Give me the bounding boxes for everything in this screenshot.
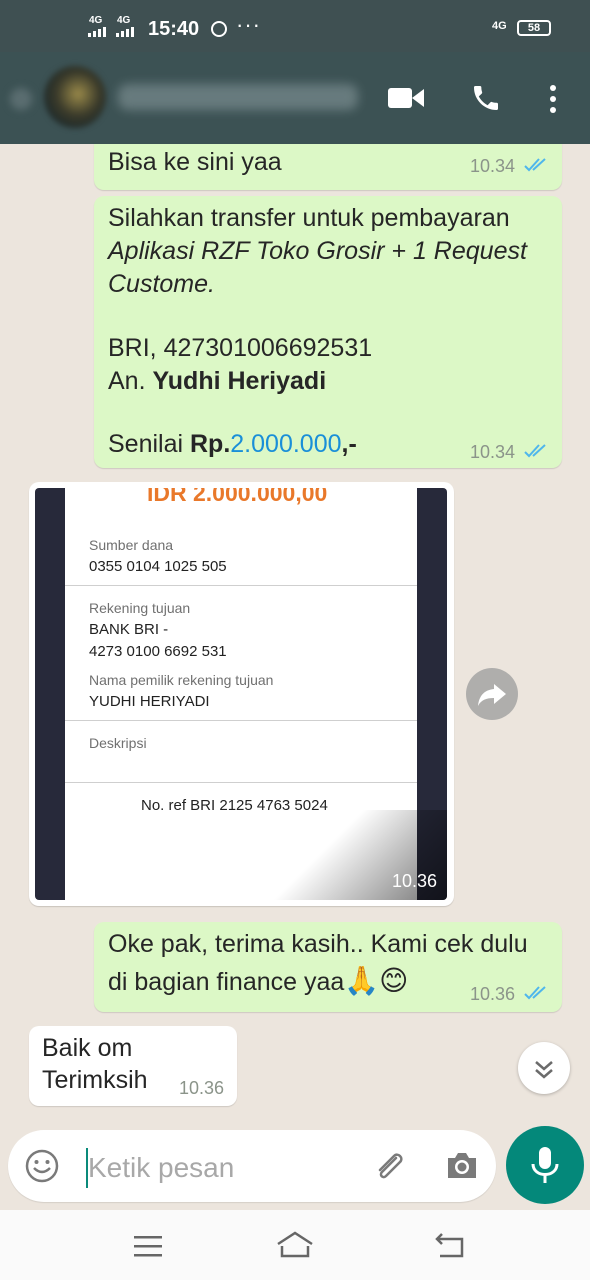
message-placeholder: Ketik pesan <box>88 1152 235 1183</box>
message-line: BRI, 427301006692531 <box>108 334 373 362</box>
account-name: Yudhi Heriyadi <box>152 367 327 395</box>
message-outgoing[interactable]: Silahkan transfer untuk pembayaran Aplik… <box>94 196 562 468</box>
message-time: 10.34 <box>470 442 516 462</box>
emoji: 🙏😊 <box>344 965 409 996</box>
divider <box>65 585 417 586</box>
amount-link[interactable]: 2.000.000 <box>230 430 341 458</box>
voice-message-button[interactable] <box>506 1126 584 1204</box>
network-type-1: 4G <box>89 15 103 26</box>
message-text: Bisa ke sini yaa <box>108 148 282 176</box>
compose-bar: Ketik pesan <box>0 1124 590 1210</box>
receipt-value: YUDHI HERIYADI <box>89 693 210 710</box>
network-type-2: 4G <box>117 15 131 26</box>
home-icon[interactable] <box>275 1230 315 1260</box>
receipt-label: Nama pemilik rekening tujuan <box>89 672 274 688</box>
receipt-value: BANK BRI - <box>89 621 169 638</box>
more-options-icon[interactable] <box>548 84 558 114</box>
image-message[interactable]: IDR 2.000.000,00 Sumber dana 0355 0104 1… <box>29 482 454 906</box>
receipt-label: Rekening tujuan <box>89 600 191 616</box>
message-time: 10.34 <box>470 156 516 176</box>
message-time: 10.36 <box>470 984 516 1004</box>
signal-icon <box>88 27 108 37</box>
chat-area[interactable]: Bisa ke sini yaa 10.34 Silahkan transfer… <box>0 144 590 1124</box>
whatsapp-notification-icon <box>211 21 227 37</box>
menu-icon[interactable] <box>134 1235 162 1257</box>
transfer-receipt-image[interactable]: IDR 2.000.000,00 Sumber dana 0355 0104 1… <box>35 488 447 900</box>
message-line: Custome. <box>108 270 215 298</box>
message-outgoing[interactable]: Oke pak, terima kasih.. Kami cek dulu di… <box>94 922 562 1012</box>
video-call-icon[interactable] <box>388 86 424 110</box>
read-ticks-icon <box>524 158 546 172</box>
message-line: Silahkan transfer untuk pembayaran <box>108 204 510 232</box>
divider <box>65 782 417 783</box>
contact-name-blurred[interactable] <box>118 84 358 110</box>
message-line: Senilai Rp.2.000.000,- <box>108 428 357 461</box>
receipt-value: 4273 0100 6692 531 <box>89 643 227 660</box>
forward-icon <box>478 684 506 706</box>
message-line: di bagian finance yaa🙏😊 <box>108 964 408 999</box>
more-notifications-icon: ··· <box>236 12 261 37</box>
status-bar: 4G 4G 15:40 ··· 4G 58 <box>0 0 590 52</box>
message-line: Oke pak, terima kasih.. Kami cek dulu <box>108 930 528 958</box>
read-ticks-icon <box>524 986 546 1000</box>
camera-icon[interactable] <box>444 1150 480 1182</box>
voice-call-icon[interactable] <box>470 82 502 114</box>
scroll-to-bottom-button[interactable] <box>518 1042 570 1094</box>
divider <box>65 720 417 721</box>
message-line-text: di bagian finance yaa <box>108 968 345 996</box>
back-icon[interactable] <box>434 1230 466 1260</box>
contact-avatar[interactable] <box>44 66 106 128</box>
system-navigation-bar <box>0 1210 590 1280</box>
back-arrow-icon[interactable] <box>10 88 32 110</box>
chat-header <box>0 52 590 144</box>
rp-label: Rp. <box>190 430 231 458</box>
message-line: Terimksih <box>42 1066 148 1094</box>
senilai-label: Senilai <box>108 430 190 458</box>
battery-icon: 58 <box>517 20 551 36</box>
receipt-amount: IDR 2.000.000,00 <box>147 488 328 506</box>
message-time: 10.36 <box>179 1078 225 1098</box>
double-chevron-down-icon <box>535 1061 553 1079</box>
message-line: Aplikasi RZF Toko Grosir + 1 Request <box>108 237 527 265</box>
network-type-right: 4G <box>492 20 507 32</box>
clock: 15:40 <box>148 18 200 40</box>
message-time: 10.36 <box>391 871 437 891</box>
forward-button[interactable] <box>466 668 518 720</box>
read-ticks-icon <box>524 444 546 458</box>
emoji-icon[interactable] <box>24 1148 60 1184</box>
an-label: An. <box>108 367 153 395</box>
receipt-value: 0355 0104 1025 505 <box>89 558 227 575</box>
message-input[interactable]: Ketik pesan <box>8 1130 496 1202</box>
microphone-icon <box>531 1147 559 1183</box>
message-line: Baik om <box>42 1034 133 1062</box>
message-incoming[interactable]: Baik om Terimksih 10.36 <box>29 1026 237 1106</box>
message-line: An. Yudhi Heriyadi <box>108 365 326 398</box>
signal-icon <box>116 27 136 37</box>
message-outgoing[interactable]: Bisa ke sini yaa 10.34 <box>94 144 562 190</box>
receipt-label: Sumber dana <box>89 537 174 553</box>
amount-suffix: ,- <box>341 430 357 458</box>
battery-level: 58 <box>527 22 541 34</box>
attach-icon[interactable] <box>370 1148 408 1186</box>
receipt-label: Deskripsi <box>89 735 147 751</box>
